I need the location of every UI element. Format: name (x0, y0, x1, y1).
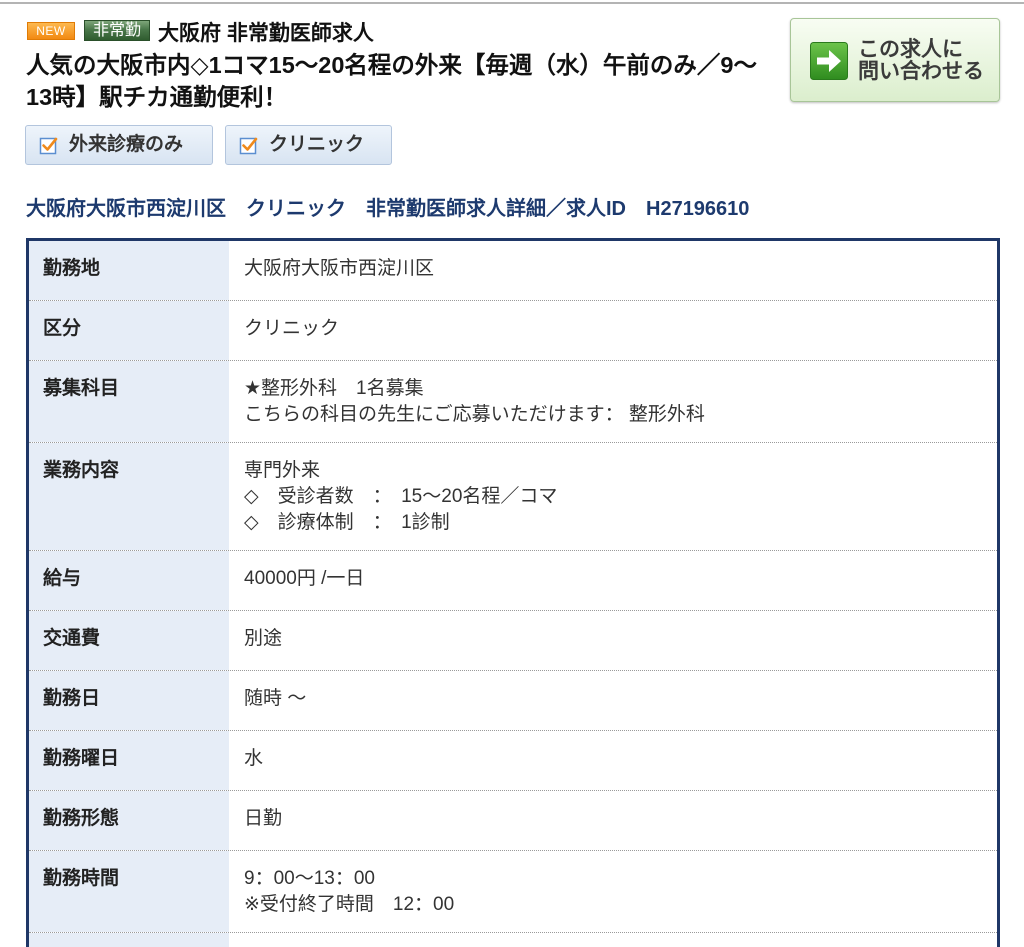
table-row: 勤務曜日 水 (29, 731, 997, 791)
checkbox-icon (39, 135, 59, 155)
tag-outpatient-only: 外来診療のみ (25, 125, 213, 165)
table-row-partial (29, 933, 997, 947)
tag-label: クリニック (269, 134, 365, 155)
new-badge: NEW (27, 22, 75, 40)
value-line: ★整形外科 1名募集 (244, 378, 424, 399)
value-line: 水 (244, 748, 264, 769)
table-row: 区分 クリニック (29, 301, 997, 361)
row-value-shift-type: 日勤 (229, 791, 997, 850)
value-line: 9：00〜13：00 (244, 868, 375, 889)
table-row: 勤務地 大阪府大阪市西淀川区 (29, 241, 997, 301)
row-value-category: クリニック (229, 301, 997, 360)
inquiry-button[interactable]: この求人に 問い合わせる (790, 18, 1000, 102)
row-label-start-date: 勤務日 (29, 671, 229, 730)
job-category: 大阪府 非常勤医師求人 (158, 22, 374, 45)
row-value-start-date: 随時 〜 (229, 671, 997, 730)
value-line: 大阪府大阪市西淀川区 (244, 258, 435, 279)
row-value-salary: 40000円 /一日 (229, 551, 997, 610)
table-row: 勤務日 随時 〜 (29, 671, 997, 731)
value-line: 日勤 (244, 808, 283, 829)
row-label-shift-type: 勤務形態 (29, 791, 229, 850)
table-row: 業務内容 専門外来 ◇ 受診者数 ： 15〜20名程／コマ ◇ 診療体制 ： 1… (29, 443, 997, 551)
row-label-job-content: 業務内容 (29, 443, 229, 550)
job-detail-page: NEW 非常勤 大阪府 非常勤医師求人 人気の大阪市内◇1コマ15〜20名程の外… (0, 0, 1024, 947)
row-value-job-content: 専門外来 ◇ 受診者数 ： 15〜20名程／コマ ◇ 診療体制 ： 1診制 (229, 443, 997, 550)
employment-type-badge: 非常勤 (84, 20, 150, 41)
table-row: 勤務時間 9：00〜13：00 ※受付終了時間 12：00 (29, 851, 997, 933)
row-value-work-days: 水 (229, 731, 997, 790)
tag-label: 外来診療のみ (69, 134, 184, 155)
value-line: 40000円 /一日 (244, 568, 365, 589)
detail-heading: 大阪府大阪市西淀川区 クリニック 非常勤医師求人詳細／求人ID H2719661… (26, 198, 750, 220)
row-label-work-days: 勤務曜日 (29, 731, 229, 790)
row-value-work-hours: 9：00〜13：00 ※受付終了時間 12：00 (229, 851, 997, 932)
row-value-partial (229, 933, 997, 947)
value-line: 専門外来 (244, 460, 321, 481)
row-label-salary: 給与 (29, 551, 229, 610)
table-row: 勤務形態 日勤 (29, 791, 997, 851)
row-label-work-location: 勤務地 (29, 241, 229, 300)
inquiry-button-label-line2: 問い合わせる (858, 60, 984, 83)
row-value-work-location: 大阪府大阪市西淀川区 (229, 241, 997, 300)
table-row: 給与 40000円 /一日 (29, 551, 997, 611)
value-line: クリニック (244, 318, 340, 339)
arrow-right-icon (810, 42, 848, 80)
table-row: 交通費 別途 (29, 611, 997, 671)
value-line: ※受付終了時間 12：00 (244, 894, 455, 915)
value-line: ◇ 受診者数 ： 15〜20名程／コマ (244, 486, 558, 507)
row-label-transport: 交通費 (29, 611, 229, 670)
inquiry-button-label-line1: この求人に (858, 38, 963, 61)
row-label-partial (29, 933, 229, 947)
value-line: 別途 (244, 628, 283, 649)
row-label-category: 区分 (29, 301, 229, 360)
row-value-department: ★整形外科 1名募集 こちらの科目の先生にご応募いただけます： 整形外科 (229, 361, 997, 442)
table-row: 募集科目 ★整形外科 1名募集 こちらの科目の先生にご応募いただけます： 整形外… (29, 361, 997, 443)
tag-clinic: クリニック (225, 125, 392, 165)
top-divider (0, 2, 1024, 4)
value-line: ◇ 診療体制 ： 1診制 (244, 512, 450, 533)
row-value-transport: 別途 (229, 611, 997, 670)
checkbox-icon (239, 135, 259, 155)
value-line: 随時 〜 (244, 688, 307, 709)
row-label-department: 募集科目 (29, 361, 229, 442)
row-label-work-hours: 勤務時間 (29, 851, 229, 932)
value-line: こちらの科目の先生にご応募いただけます： 整形外科 (244, 404, 705, 425)
job-detail-table: 勤務地 大阪府大阪市西淀川区 区分 クリニック 募集科目 ★整形外科 1名募集 … (26, 238, 1000, 947)
job-title: 人気の大阪市内◇1コマ15〜20名程の外来【毎週（水）午前のみ／9〜13時】駅チ… (26, 52, 757, 110)
